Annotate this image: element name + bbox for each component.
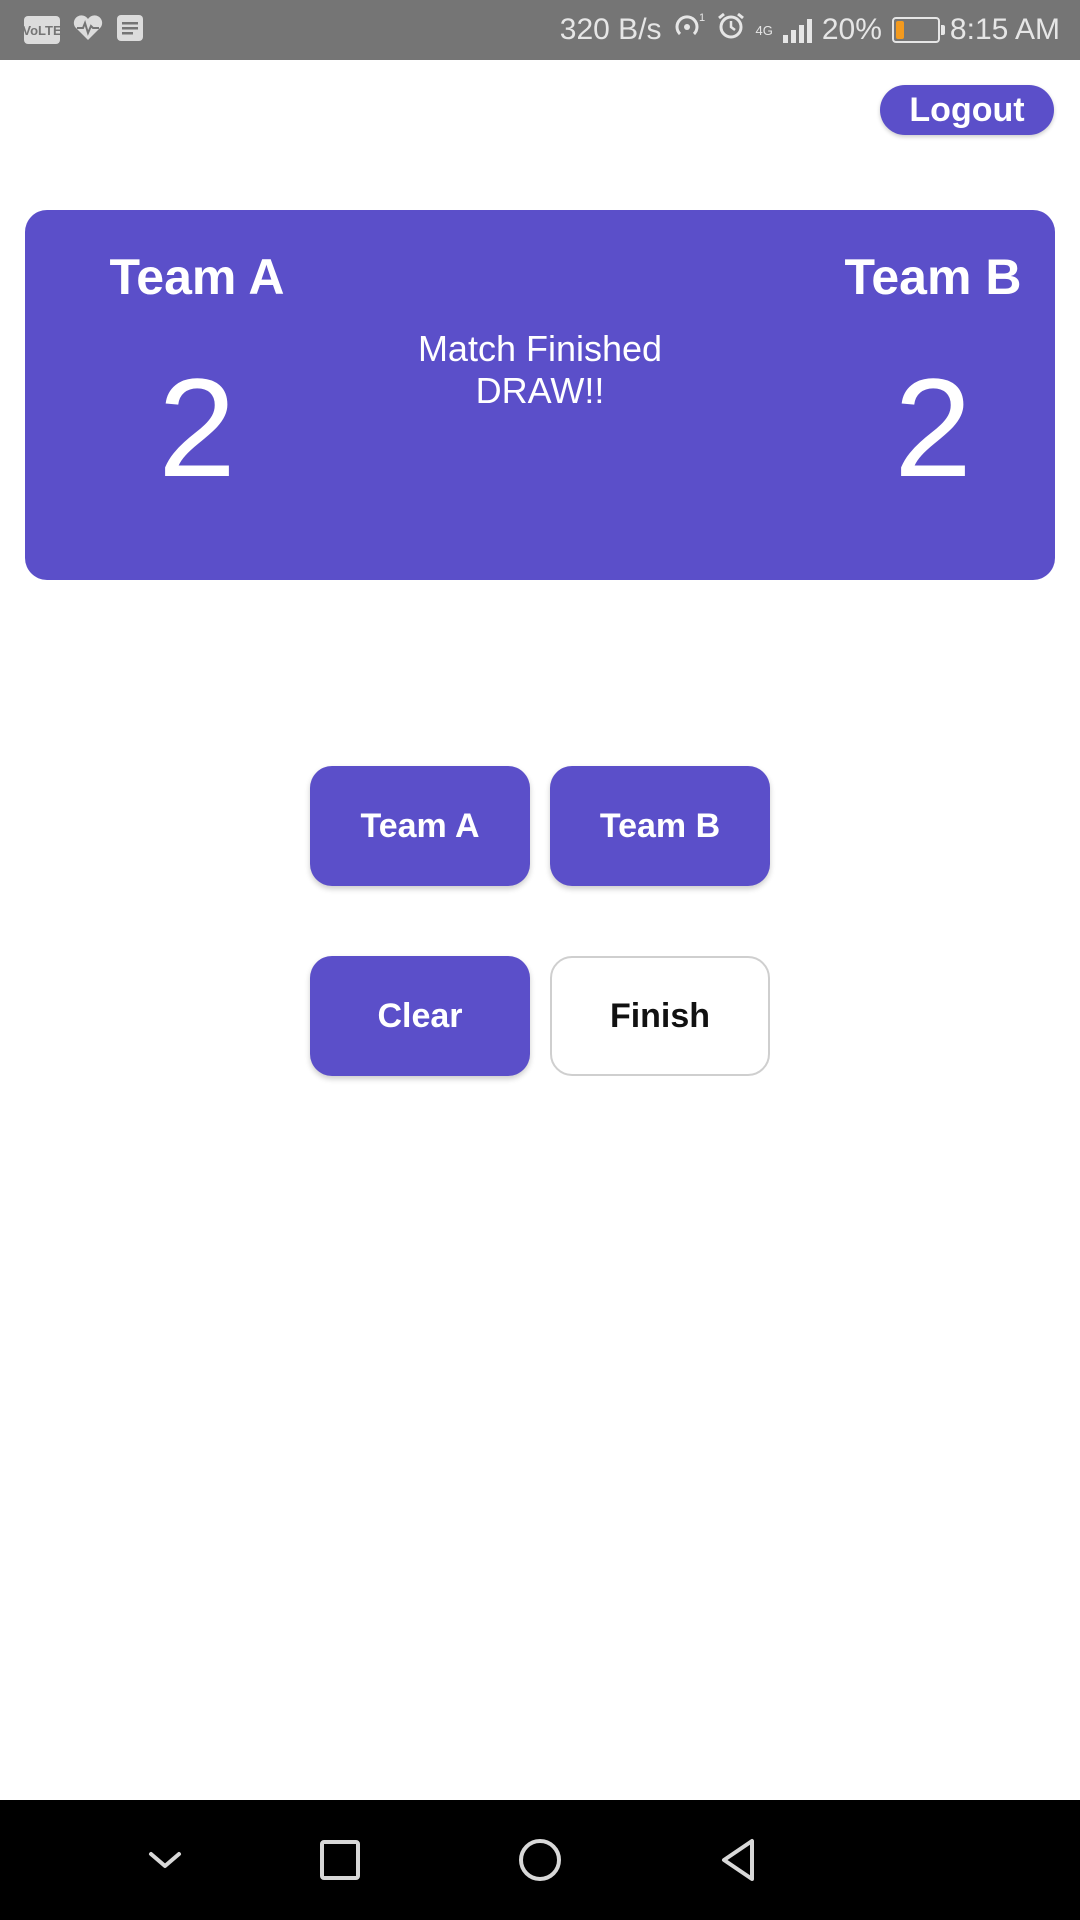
match-status: Match Finished DRAW!! (340, 328, 740, 412)
back-triangle-icon[interactable] (710, 1830, 770, 1890)
battery-icon (891, 17, 945, 43)
alarm-icon (716, 11, 746, 49)
status-left-icons: VoLTE (22, 0, 144, 60)
hotspot-icon: 1 (672, 11, 706, 49)
svg-text:1: 1 (699, 12, 705, 24)
battery-percent: 20% (821, 13, 882, 46)
match-status-line2: DRAW!! (475, 370, 605, 411)
navigation-bar (0, 1800, 1080, 1920)
recents-square-icon[interactable] (310, 1830, 370, 1890)
chevron-down-icon[interactable] (135, 1830, 195, 1890)
scoreboard-card: Team A Team B 2 2 Match Finished DRAW!! (25, 210, 1055, 580)
team-b-name: Team B (844, 249, 1022, 305)
team-a-score: 2 (158, 349, 236, 506)
network-speed: 320 B/s (559, 13, 662, 46)
team-b-score: 2 (894, 349, 972, 506)
notes-icon (116, 14, 144, 47)
logout-button[interactable]: Logout (880, 85, 1054, 135)
volte-icon: VoLTE (22, 16, 62, 44)
team-a-button[interactable]: Team A (310, 766, 530, 886)
team-a-name: Team A (109, 249, 285, 305)
status-right: 320 B/s 1 4G 20% 8:15 AM (560, 0, 1060, 60)
signal-icon (782, 17, 812, 43)
finish-button[interactable]: Finish (550, 956, 770, 1076)
home-circle-icon[interactable] (510, 1830, 570, 1890)
clock: 8:15 AM (949, 13, 1060, 46)
status-bar: VoLTE 320 B/s 1 4G 20% 8:15 AM (0, 0, 1080, 60)
match-status-line1: Match Finished (417, 328, 663, 369)
health-icon (72, 14, 104, 47)
battery-level (895, 21, 904, 39)
clear-button[interactable]: Clear (310, 956, 530, 1076)
network-type: 4G (755, 22, 773, 38)
team-b-button[interactable]: Team B (550, 766, 770, 886)
